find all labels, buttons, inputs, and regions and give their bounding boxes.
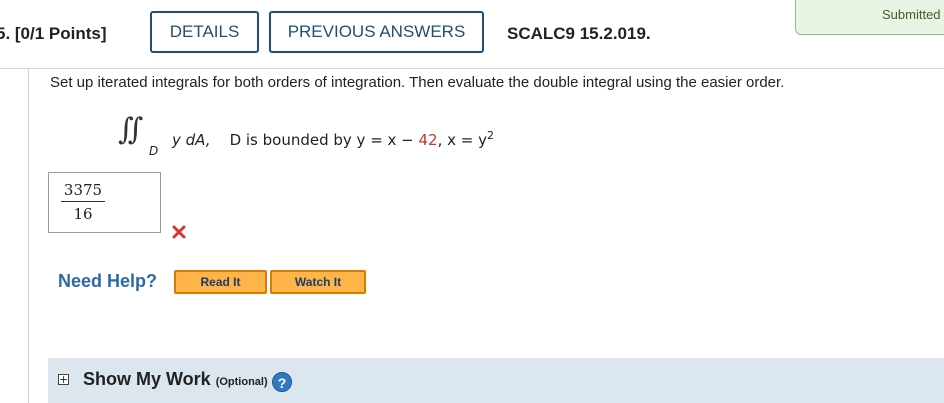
details-button[interactable]: DETAILS xyxy=(150,11,259,53)
expand-plus-icon[interactable]: + xyxy=(58,374,69,385)
answer-denominator: 16 xyxy=(73,205,93,223)
integral-text: y dA, D is bounded by y = x − 42, x = y2 xyxy=(172,129,494,149)
integral-subscript: D xyxy=(149,144,159,158)
region-value: 42 xyxy=(418,131,438,149)
region-exponent: 2 xyxy=(487,129,495,142)
question-header: 5. [0/1 Points] DETAILS PREVIOUS ANSWERS… xyxy=(0,0,944,69)
integrand: y dA, xyxy=(172,131,211,149)
double-integral-symbol: ∫∫ xyxy=(118,112,143,147)
answer-input[interactable]: 3375 16 xyxy=(48,172,161,233)
show-my-work-text: Show My Work xyxy=(83,369,211,389)
previous-answers-button[interactable]: PREVIOUS ANSWERS xyxy=(269,11,484,53)
question-prompt: Set up iterated integrals for both order… xyxy=(50,74,785,91)
show-my-work-panel[interactable]: + Show My Work (Optional) ? xyxy=(48,358,944,403)
incorrect-x-icon xyxy=(172,225,186,239)
region-suffix: , x = y xyxy=(437,131,488,149)
answer-fraction: 3375 16 xyxy=(61,181,105,223)
question-reference: SCALC9 15.2.019. xyxy=(507,24,651,43)
question-number: 5. [0/1 Points] xyxy=(0,24,107,43)
submitted-badge: Submitted xyxy=(795,0,944,35)
show-my-work-label[interactable]: Show My Work (Optional) xyxy=(83,369,268,390)
left-divider xyxy=(28,68,29,403)
answer-numerator: 3375 xyxy=(61,181,105,202)
need-help-label: Need Help? xyxy=(58,271,158,291)
optional-label: (Optional) xyxy=(215,376,268,388)
region-prefix: D is bounded by y = x − xyxy=(229,131,419,149)
read-it-button[interactable]: Read It xyxy=(174,270,267,294)
help-question-icon[interactable]: ? xyxy=(272,372,292,392)
watch-it-button[interactable]: Watch It xyxy=(270,270,366,294)
